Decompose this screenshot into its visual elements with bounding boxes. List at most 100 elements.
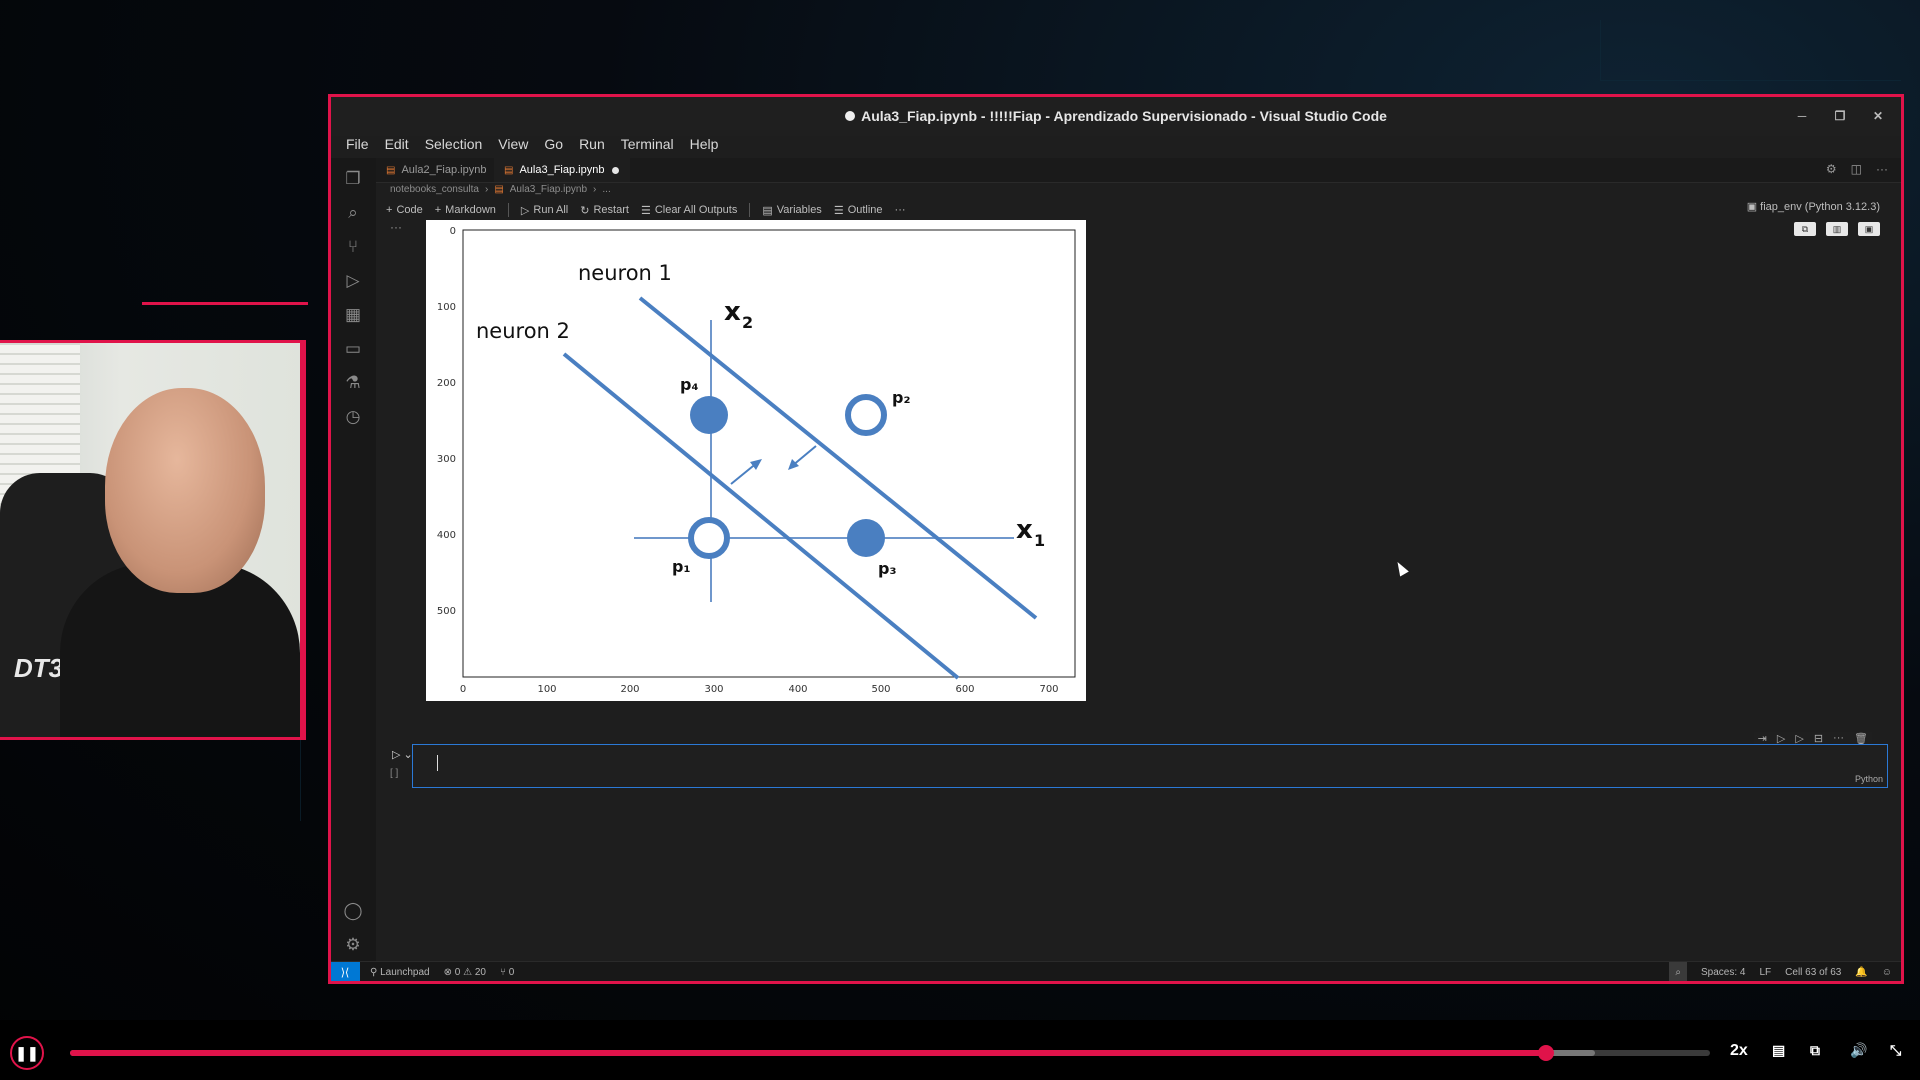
breadcrumb-folder[interactable]: notebooks_consulta xyxy=(390,184,479,195)
run-debug-icon[interactable]: ▷ xyxy=(342,270,364,292)
playback-speed-button[interactable]: 2x xyxy=(1730,1042,1748,1060)
seek-knob[interactable] xyxy=(1538,1045,1554,1061)
status-right: ⌕ Spaces: 4 LF Cell 63 of 63 🔔 ☺ xyxy=(1669,962,1892,982)
status-left: ⚲ Launchpad ⊗ 0 ⚠ 20 ⑂ 0 xyxy=(370,967,514,978)
pause-button[interactable]: ❚❚ xyxy=(10,1036,44,1070)
tab-aula2[interactable]: ▤ Aula2_Fiap.ipynb xyxy=(376,158,506,182)
launchpad-item[interactable]: ⚲ Launchpad xyxy=(370,967,430,978)
p3-label: p₃ xyxy=(878,559,896,578)
minimize-icon[interactable]: ─ xyxy=(1794,108,1810,124)
text-cursor xyxy=(437,755,438,771)
restart-button[interactable]: ↻ Restart xyxy=(580,204,629,217)
modified-dot-icon[interactable] xyxy=(612,166,620,174)
webcam-overlay: DT3 xyxy=(0,340,306,740)
cell-position-item[interactable]: Cell 63 of 63 xyxy=(1785,967,1841,978)
menu-help[interactable]: Help xyxy=(688,136,721,158)
circuit-line xyxy=(1600,20,1901,81)
cell-language-label[interactable]: Python xyxy=(1855,774,1883,784)
plot-axes-frame xyxy=(462,229,1076,678)
run-all-button[interactable]: ▷ Run All xyxy=(521,204,568,217)
restore-icon[interactable]: ❐ xyxy=(1832,108,1848,124)
remote-indicator-icon[interactable]: ⟩⟨ xyxy=(330,962,360,982)
breadcrumb-file[interactable]: Aula3_Fiap.ipynb xyxy=(510,184,587,195)
menu-run[interactable]: Run xyxy=(577,136,607,158)
y-tick-0: 0 xyxy=(450,226,456,237)
plus-icon: + xyxy=(434,204,442,216)
split-editor-icon[interactable]: ◫ xyxy=(1851,162,1862,176)
add-code-cell-button[interactable]: + Code xyxy=(386,204,423,216)
eol-item[interactable]: LF xyxy=(1760,967,1772,978)
x2-subscript: 2 xyxy=(742,313,753,332)
menu-terminal[interactable]: Terminal xyxy=(619,136,676,158)
output-more-icon[interactable]: ··· xyxy=(390,220,402,234)
volume-icon[interactable]: 🔊 xyxy=(1850,1042,1867,1059)
menu-view[interactable]: View xyxy=(496,136,530,158)
search-icon[interactable]: ⌕ xyxy=(342,202,364,224)
close-icon[interactable]: ✕ xyxy=(1870,108,1886,124)
menu-edit[interactable]: Edit xyxy=(383,136,411,158)
explorer-icon[interactable]: ❐ xyxy=(342,168,364,190)
captions-icon[interactable]: ▤ xyxy=(1772,1042,1785,1059)
clear-outputs-button[interactable]: ☰ Clear All Outputs xyxy=(641,204,737,217)
restart-icon: ↻ xyxy=(580,204,590,217)
neuron-1-label: neuron 1 xyxy=(578,261,672,285)
notifications-bell-icon[interactable]: 🔔 xyxy=(1855,967,1867,978)
outline-button[interactable]: ☰ Outline xyxy=(834,204,883,217)
exit-fullscreen-icon[interactable]: ⤡ xyxy=(1890,1042,1901,1059)
kernel-icon: ▣ xyxy=(1746,201,1761,213)
code-cell-editor[interactable]: Python xyxy=(412,744,1888,788)
y-tick-200: 200 xyxy=(437,378,456,389)
feedback-icon[interactable]: ☺ xyxy=(1882,967,1892,978)
x-tick-300: 300 xyxy=(704,684,723,695)
settings-gear-icon[interactable]: ⚙ xyxy=(342,934,364,956)
source-control-icon[interactable]: ⑂ xyxy=(342,236,364,258)
more-actions-icon[interactable]: ··· xyxy=(1876,162,1888,176)
problems-item[interactable]: ⊗ 0 ⚠ 20 xyxy=(444,967,486,978)
played-range xyxy=(70,1050,1546,1056)
window-controls: ─ ❐ ✕ xyxy=(1794,108,1886,124)
toolbar-divider xyxy=(749,203,751,217)
x-tick-0: 0 xyxy=(460,684,466,695)
play-icon: ▷ xyxy=(520,204,530,217)
save-output-icon[interactable]: ▣ xyxy=(1858,222,1880,236)
ports-item[interactable]: ⑂ 0 xyxy=(500,967,514,978)
x-tick-100: 100 xyxy=(537,684,556,695)
menu-selection[interactable]: Selection xyxy=(423,136,485,158)
seek-bar[interactable] xyxy=(70,1045,1710,1061)
chart-view-icon[interactable]: ▥ xyxy=(1826,222,1848,236)
point-p1 xyxy=(688,517,730,559)
menu-go[interactable]: Go xyxy=(542,136,565,158)
markdown-label: Markdown xyxy=(445,204,496,216)
account-icon[interactable]: ◯ xyxy=(342,900,364,922)
breadcrumb-more[interactable]: ... xyxy=(602,184,610,195)
variables-icon: ▤ xyxy=(762,204,773,217)
x1-subscript: 1 xyxy=(1034,531,1045,550)
timeline-icon[interactable]: ◷ xyxy=(342,406,364,428)
clear-label: Clear All Outputs xyxy=(654,204,738,216)
picture-in-picture-icon[interactable]: ⧉ xyxy=(1810,1042,1820,1059)
cell-output-image: 0 100 200 300 400 500 0 100 200 300 400 … xyxy=(426,220,1086,701)
p2-label: p₂ xyxy=(892,388,910,407)
testing-icon[interactable]: ⚗ xyxy=(342,372,364,394)
x-tick-labels: 0 100 200 300 400 500 600 700 xyxy=(460,684,1059,695)
status-bar: ⟩⟨ ⚲ Launchpad ⊗ 0 ⚠ 20 ⑂ 0 ⌕ Spaces: 4 … xyxy=(330,961,1902,982)
tab-label: Aula3_Fiap.ipynb xyxy=(519,164,605,176)
zoom-icon[interactable]: ⌕ xyxy=(1669,962,1688,982)
execution-count: [ ] xyxy=(390,768,399,779)
settings-gear-icon[interactable]: ⚙ xyxy=(1826,162,1837,176)
restart-label: Restart xyxy=(593,204,629,216)
tab-aula3[interactable]: ▤ Aula3_Fiap.ipynb xyxy=(494,158,630,182)
toolbar-divider xyxy=(507,203,509,217)
extensions-icon[interactable]: ▦ xyxy=(342,304,364,326)
menu-file[interactable]: File xyxy=(344,136,371,158)
run-cell-button[interactable]: ▷ ⌄ xyxy=(392,748,413,761)
indentation-item[interactable]: Spaces: 4 xyxy=(1701,967,1745,978)
editor-actions: ⚙ ◫ ··· xyxy=(1826,162,1888,176)
point-p4 xyxy=(690,396,728,434)
toolbar-more-button[interactable]: ··· xyxy=(895,204,906,216)
remote-explorer-icon[interactable]: ▭ xyxy=(342,338,364,360)
kernel-picker[interactable]: ▣ fiap_env (Python 3.12.3) xyxy=(1747,200,1880,213)
variables-button[interactable]: ▤ Variables xyxy=(762,204,821,217)
add-markdown-cell-button[interactable]: + Markdown xyxy=(435,204,496,216)
copy-output-icon[interactable]: ⧉ xyxy=(1794,222,1816,236)
